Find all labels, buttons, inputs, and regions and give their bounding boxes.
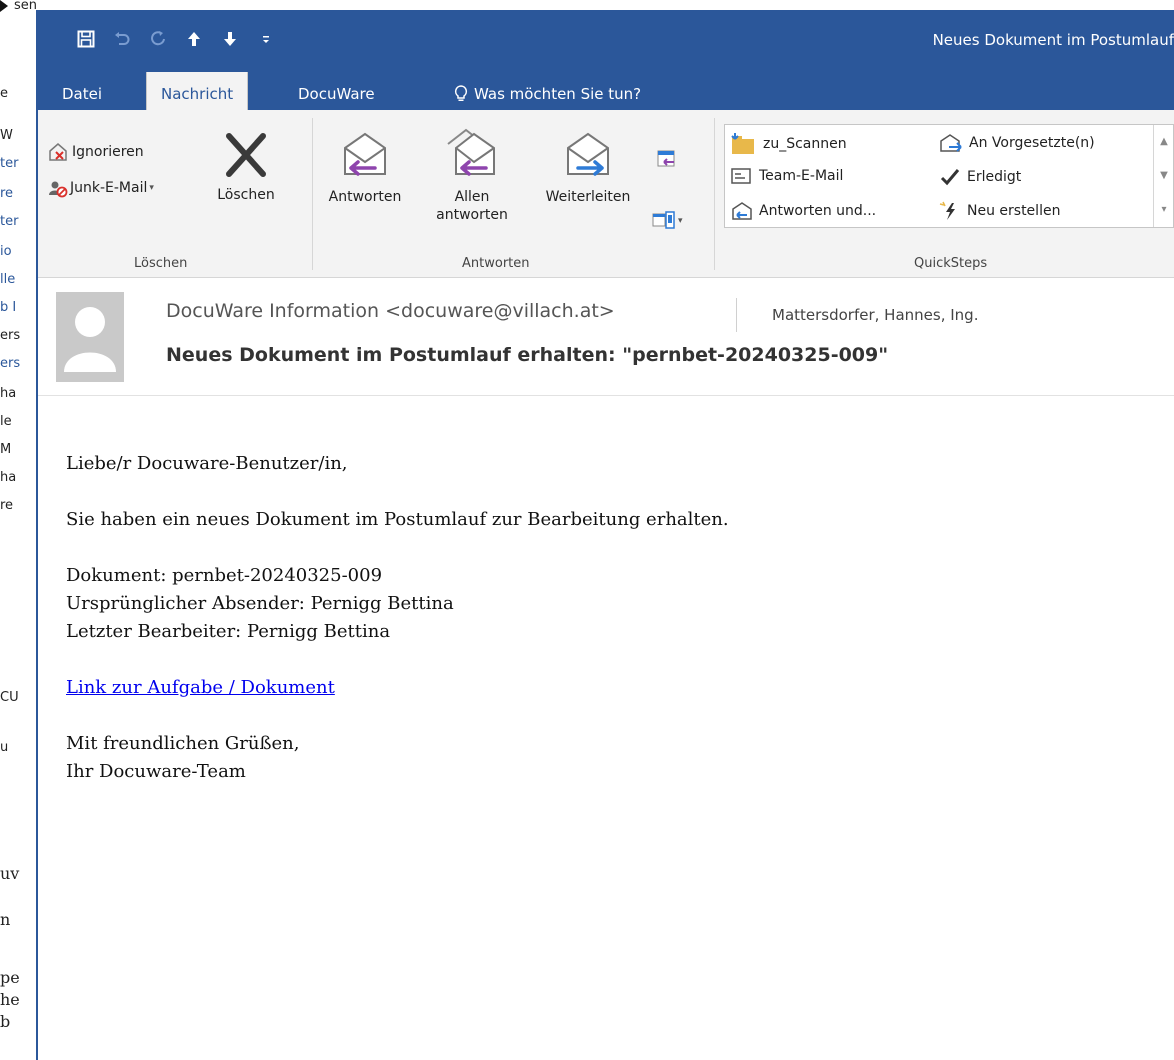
quick-access-toolbar <box>68 24 284 54</box>
sender-avatar <box>56 292 124 382</box>
group-separator <box>714 118 715 270</box>
checkmark-icon <box>940 169 960 186</box>
background-text-fragment: le <box>0 414 12 429</box>
reply-and-icon <box>732 202 752 220</box>
ignorieren-button[interactable]: Ignorieren <box>48 142 144 162</box>
background-text-fragment: ter <box>0 156 19 171</box>
forward-icon <box>567 132 609 176</box>
background-text-fragment: io <box>0 244 12 259</box>
title-bar: Neues Dokument im Postumlauf <box>36 10 1174 72</box>
chevron-down-icon: ▾ <box>678 216 683 226</box>
quickstep-zu-scannen[interactable]: zu_Scannen <box>731 133 847 155</box>
ribbon-tab-bar: Datei Nachricht DocuWare Was möchten Sie… <box>36 72 1174 110</box>
lightning-icon <box>939 201 955 220</box>
tell-me-box[interactable]: Was möchten Sie tun? <box>454 72 641 110</box>
delete-x-icon <box>226 133 266 177</box>
reply-icon <box>344 132 386 176</box>
background-text-fragment: M <box>0 442 12 457</box>
meeting-reply-icon[interactable] <box>656 148 678 174</box>
group-label-antworten: Antworten <box>462 256 530 271</box>
body-signature: Ihr Docuware-Team <box>66 761 246 782</box>
folder-move-icon <box>731 133 754 154</box>
background-text-fragment: b <box>0 1012 11 1031</box>
background-text-fragment: uv <box>0 864 20 883</box>
quickstep-antworten-und[interactable]: Antworten und... <box>731 201 876 221</box>
tab-docuware[interactable]: DocuWare <box>298 72 375 110</box>
background-text-fragment: n <box>0 910 11 929</box>
sender-address[interactable]: DocuWare Information <docuware@villach.a… <box>166 300 615 322</box>
outlook-message-window: Neues Dokument im Postumlauf Datei Nachr… <box>36 10 1174 1060</box>
background-window: sen e Wter re ter io lle b Iers ers ha le Mha re CU u… <box>0 0 36 1060</box>
scroll-up-icon[interactable]: ▲ <box>1154 125 1174 159</box>
quickstep-an-vorgesetzte[interactable]: An Vorgesetzte(n) <box>939 133 1095 153</box>
undo-icon[interactable] <box>104 24 140 54</box>
quicksteps-gallery: zu_Scannen Team-E-Mail Antworten und... … <box>724 124 1174 228</box>
ribbon: Ignorieren Junk-E-Mail ▾ Löschen Löschen… <box>36 110 1174 278</box>
background-text-fragment: ter <box>0 214 19 229</box>
redo-icon[interactable] <box>140 24 176 54</box>
window-title: Neues Dokument im Postumlauf <box>932 31 1174 49</box>
expand-gallery-icon[interactable]: ▾ <box>1154 193 1174 227</box>
background-text-fragment: W <box>0 128 13 143</box>
junk-icon <box>49 181 68 198</box>
down-arrow-icon[interactable] <box>212 24 248 54</box>
background-text-fragment: pe <box>0 968 20 987</box>
recipient[interactable]: Mattersdorfer, Hannes, Ing. <box>772 306 978 324</box>
background-text-fragment: e <box>0 86 8 101</box>
ignore-icon <box>49 143 67 161</box>
background-text-fragment: ers <box>0 328 21 343</box>
body-closing: Mit freundlichen Grüßen, <box>66 733 300 754</box>
background-text-fragment: ers <box>0 356 21 371</box>
antworten-button[interactable]: Antworten <box>322 130 408 206</box>
body-greeting: Liebe/r Docuware-Benutzer/in, <box>66 453 348 474</box>
weiterleiten-button[interactable]: Weiterleiten <box>534 130 642 206</box>
lightbulb-icon <box>454 85 468 101</box>
reply-all-icon <box>447 128 495 176</box>
chevron-down-icon: ▾ <box>149 183 154 193</box>
im-reply-icon <box>652 211 675 229</box>
scroll-down-icon[interactable]: ▼ <box>1154 159 1174 193</box>
allen-antworten-button[interactable]: Allen antworten <box>432 124 512 224</box>
message-body: Liebe/r Docuware-Benutzer/in, Sie haben … <box>66 450 1146 786</box>
quickstep-team-email[interactable]: Team-E-Mail <box>731 167 843 185</box>
group-separator <box>312 118 313 270</box>
task-document-link[interactable]: Link zur Aufgabe / Dokument <box>66 677 335 698</box>
mouse-cursor-icon <box>0 0 8 12</box>
group-label-quicksteps: QuickSteps <box>914 256 988 271</box>
forward-to-manager-icon <box>940 134 962 152</box>
background-text-fragment: re <box>0 186 14 201</box>
background-text-fragment: ha <box>0 470 17 485</box>
background-text-fragment: lle <box>0 272 16 287</box>
body-bearbeiter: Letzter Bearbeiter: Pernigg Bettina <box>66 621 391 642</box>
quicksteps-scrollbar[interactable]: ▲ ▼ ▾ <box>1153 125 1173 227</box>
background-text-fragment: u <box>0 740 9 755</box>
background-text-fragment: b I <box>0 300 17 315</box>
loeschen-button[interactable]: Löschen <box>202 132 290 204</box>
background-text-fragment: re <box>0 498 14 513</box>
up-arrow-icon[interactable] <box>176 24 212 54</box>
message-subject: Neues Dokument im Postumlauf erhalten: "… <box>166 344 889 366</box>
tab-nachricht[interactable]: Nachricht <box>146 72 249 110</box>
body-dokument: Dokument: pernbet-20240325-009 <box>66 565 383 586</box>
quickstep-erledigt[interactable]: Erledigt <box>939 167 1021 187</box>
more-respond-button[interactable]: ▾ <box>652 210 683 232</box>
window-border <box>36 10 38 1060</box>
body-absender: Ursprünglicher Absender: Pernigg Bettina <box>66 593 454 614</box>
tab-datei[interactable]: Datei <box>62 72 102 110</box>
customize-qat-icon[interactable] <box>248 24 284 54</box>
background-text-fragment: ha <box>0 386 17 401</box>
quickstep-neu-erstellen[interactable]: Neu erstellen <box>939 201 1060 221</box>
background-text-fragment: he <box>0 990 20 1009</box>
header-bottom-line <box>36 395 1174 396</box>
junk-email-button[interactable]: Junk-E-Mail ▾ <box>48 178 154 198</box>
save-icon[interactable] <box>68 24 104 54</box>
team-email-icon <box>731 168 751 184</box>
group-label-loeschen: Löschen <box>134 256 188 271</box>
background-text-fragment: CU <box>0 690 19 705</box>
body-intro: Sie haben ein neues Dokument im Postumla… <box>66 509 729 530</box>
header-divider <box>736 298 737 332</box>
